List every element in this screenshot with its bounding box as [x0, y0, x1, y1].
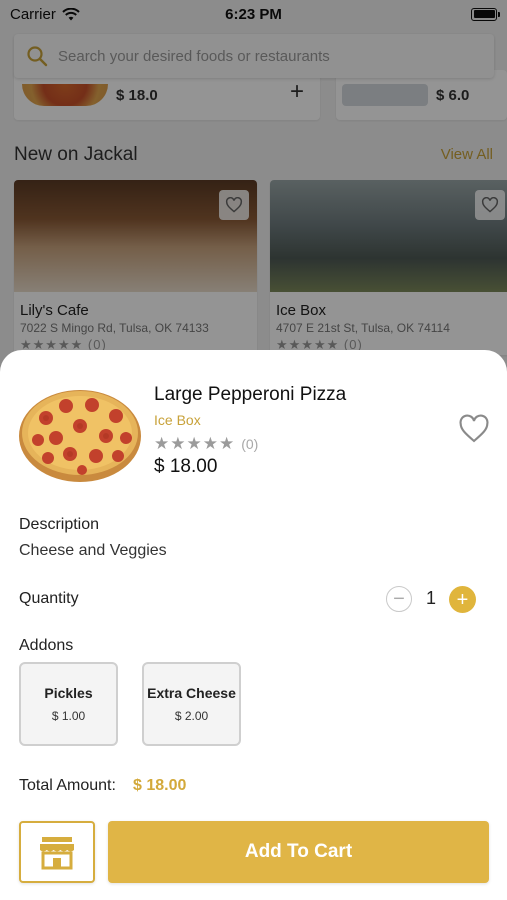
pizza-image [19, 390, 141, 482]
addon-name: Extra Cheese [147, 685, 236, 701]
total-amount-value: $ 18.00 [133, 777, 187, 794]
quantity-decrease-button[interactable]: − [386, 586, 412, 612]
item-detail-sheet: Large Pepperoni Pizza Ice Box ★★★★★ (0) $… [0, 350, 507, 900]
addon-option-extra-cheese[interactable]: Extra Cheese $ 2.00 [142, 662, 241, 746]
total-amount-label: Total Amount: [19, 777, 116, 794]
add-to-cart-button[interactable]: Add To Cart [108, 821, 489, 883]
star-icons: ★★★★★ [154, 434, 236, 453]
quantity-label: Quantity [19, 590, 79, 607]
store-icon [40, 837, 74, 870]
item-rating: ★★★★★ (0) [154, 434, 258, 454]
item-price: $ 18.00 [154, 456, 218, 477]
addon-name: Pickles [44, 685, 93, 701]
addon-price: $ 1.00 [51, 709, 86, 723]
review-count: (0) [241, 436, 259, 452]
description-text: Cheese and Veggies [19, 542, 167, 559]
description-label: Description [19, 516, 100, 533]
addon-price: $ 2.00 [174, 709, 209, 723]
quantity-increase-button[interactable]: + [449, 586, 476, 613]
addons-label: Addons [19, 637, 74, 654]
item-title: Large Pepperoni Pizza [154, 384, 347, 405]
item-restaurant-link[interactable]: Ice Box [154, 412, 201, 428]
heart-icon[interactable] [458, 414, 490, 444]
quantity-value: 1 [425, 588, 436, 608]
addon-option-pickles[interactable]: Pickles $ 1.00 [19, 662, 118, 746]
view-store-button[interactable] [19, 821, 95, 883]
